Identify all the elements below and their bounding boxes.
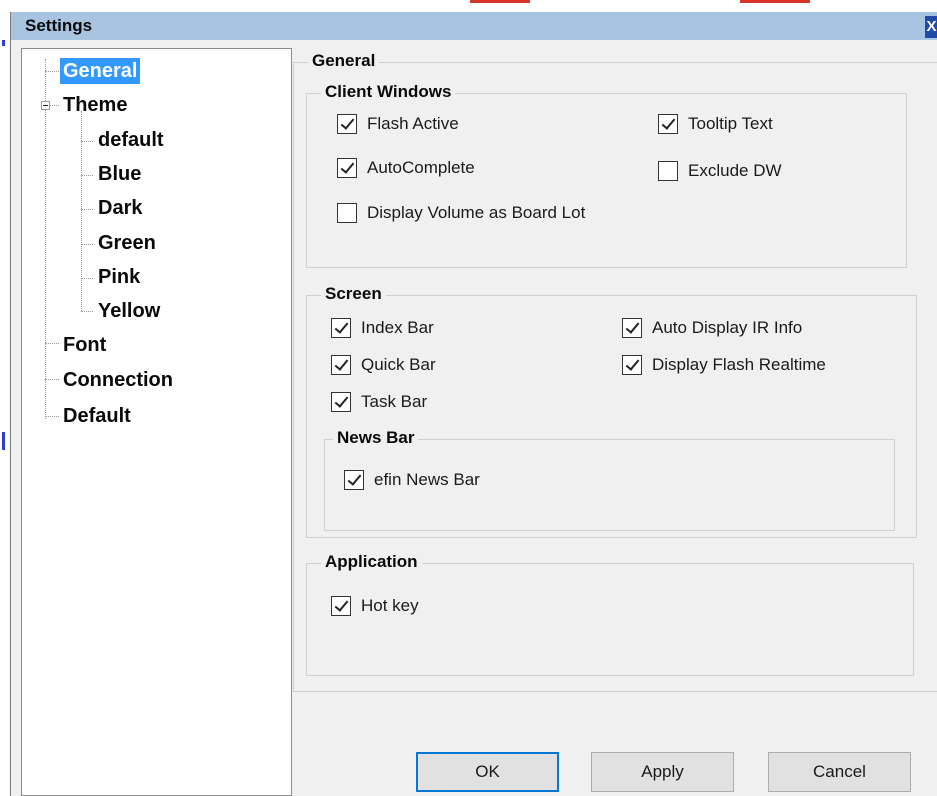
- close-button[interactable]: X: [925, 16, 937, 38]
- tree-connector: [45, 71, 59, 72]
- auto-display-ir-option[interactable]: Auto Display IR Info: [622, 318, 802, 338]
- tree-item-theme-pink[interactable]: Pink: [95, 264, 143, 290]
- background-mark: [2, 40, 5, 46]
- background-window-left: [0, 12, 10, 796]
- tree-item-connection[interactable]: Connection: [60, 367, 176, 393]
- tree-connector: [81, 244, 93, 245]
- tree-connector: [81, 311, 93, 312]
- tree-connector: [45, 379, 59, 380]
- display-volume-label: Display Volume as Board Lot: [367, 203, 586, 222]
- application-title: Application: [321, 552, 422, 572]
- quick-bar-label: Quick Bar: [361, 355, 436, 374]
- auto-display-ir-checkbox[interactable]: [622, 318, 642, 338]
- ok-button[interactable]: OK: [416, 752, 559, 792]
- quick-bar-option[interactable]: Quick Bar: [331, 355, 436, 375]
- client-windows-group: Client Windows Flash Active Tooltip Text…: [306, 82, 907, 268]
- general-group-title: General: [308, 51, 380, 71]
- tree-connector: [81, 175, 93, 176]
- tree-connector: [45, 343, 59, 344]
- background-mark: [470, 0, 530, 3]
- index-bar-option[interactable]: Index Bar: [331, 318, 434, 338]
- cancel-button[interactable]: Cancel: [768, 752, 911, 792]
- exclude-dw-option[interactable]: Exclude DW: [658, 161, 782, 181]
- tree-connector: [45, 59, 46, 419]
- tooltip-text-option[interactable]: Tooltip Text: [658, 114, 773, 134]
- tree-item-theme-dark[interactable]: Dark: [95, 195, 145, 221]
- settings-tree[interactable]: General Theme default Blue Dark Green Pi…: [21, 48, 292, 796]
- flash-active-option[interactable]: Flash Active: [337, 114, 459, 134]
- screen-group: Screen Index Bar Auto Display IR Info Qu…: [306, 284, 917, 538]
- news-bar-title: News Bar: [333, 428, 419, 448]
- client-windows-title: Client Windows: [321, 82, 456, 102]
- tree-item-theme[interactable]: Theme: [60, 92, 130, 118]
- hot-key-option[interactable]: Hot key: [331, 596, 419, 616]
- collapse-icon[interactable]: [41, 101, 50, 110]
- tree-connector: [81, 141, 93, 142]
- tree-item-general[interactable]: General: [60, 58, 141, 84]
- general-group: General Client Windows Flash Active Tool…: [293, 51, 937, 692]
- screen-title: Screen: [321, 284, 386, 304]
- tree-item-font[interactable]: Font: [60, 332, 109, 358]
- tree-item-default[interactable]: Default: [60, 403, 134, 429]
- tree-connector: [81, 209, 93, 210]
- settings-dialog: Settings X General Theme default Blue Da…: [10, 12, 937, 796]
- autocomplete-label: AutoComplete: [367, 158, 475, 177]
- application-group: Application Hot key: [306, 552, 914, 676]
- hot-key-label: Hot key: [361, 596, 419, 615]
- exclude-dw-label: Exclude DW: [688, 161, 782, 180]
- tooltip-text-checkbox[interactable]: [658, 114, 678, 134]
- efin-news-bar-checkbox[interactable]: [344, 470, 364, 490]
- efin-news-bar-option[interactable]: efin News Bar: [344, 470, 480, 490]
- apply-button[interactable]: Apply: [591, 752, 734, 792]
- tree-connector: [81, 278, 93, 279]
- display-volume-checkbox[interactable]: [337, 203, 357, 223]
- display-flash-realtime-label: Display Flash Realtime: [652, 355, 826, 374]
- background-mark: [2, 432, 5, 450]
- task-bar-label: Task Bar: [361, 392, 428, 411]
- quick-bar-checkbox[interactable]: [331, 355, 351, 375]
- auto-display-ir-label: Auto Display IR Info: [652, 318, 803, 337]
- flash-active-checkbox[interactable]: [337, 114, 357, 134]
- tree-item-theme-yellow[interactable]: Yellow: [95, 298, 163, 324]
- task-bar-checkbox[interactable]: [331, 392, 351, 412]
- tree-item-theme-default[interactable]: default: [95, 127, 167, 153]
- title-bar[interactable]: Settings X: [11, 12, 937, 40]
- task-bar-option[interactable]: Task Bar: [331, 392, 427, 412]
- background-mark: [740, 0, 810, 3]
- autocomplete-checkbox[interactable]: [337, 158, 357, 178]
- dialog-title: Settings: [25, 16, 93, 35]
- tree-connector: [45, 416, 59, 417]
- autocomplete-option[interactable]: AutoComplete: [337, 158, 475, 178]
- tree-item-theme-blue[interactable]: Blue: [95, 161, 144, 187]
- display-volume-option[interactable]: Display Volume as Board Lot: [337, 203, 585, 223]
- hot-key-checkbox[interactable]: [331, 596, 351, 616]
- news-bar-group: News Bar efin News Bar: [324, 428, 895, 531]
- tooltip-text-label: Tooltip Text: [688, 114, 773, 133]
- exclude-dw-checkbox[interactable]: [658, 161, 678, 181]
- settings-panel: General Client Windows Flash Active Tool…: [293, 48, 937, 796]
- index-bar-label: Index Bar: [361, 318, 434, 337]
- tree-connector: [49, 105, 59, 106]
- index-bar-checkbox[interactable]: [331, 318, 351, 338]
- flash-active-label: Flash Active: [367, 114, 459, 133]
- display-flash-realtime-checkbox[interactable]: [622, 355, 642, 375]
- efin-news-bar-label: efin News Bar: [374, 470, 480, 489]
- display-flash-realtime-option[interactable]: Display Flash Realtime: [622, 355, 826, 375]
- tree-item-theme-green[interactable]: Green: [95, 230, 159, 256]
